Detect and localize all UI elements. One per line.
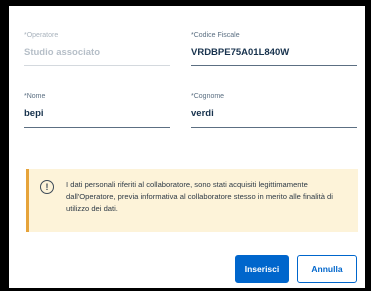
codice-fiscale-label: *Codice Fiscale bbox=[191, 32, 240, 39]
collaborator-dialog: *Operatore Studio associato *Codice Fisc… bbox=[9, 6, 365, 288]
nome-input[interactable]: bepi bbox=[24, 108, 170, 120]
insert-button[interactable]: Inserisci bbox=[235, 255, 289, 283]
cognome-input[interactable]: verdi bbox=[191, 108, 357, 120]
operatore-underline bbox=[24, 65, 170, 66]
cancel-button[interactable]: Annulla bbox=[297, 255, 357, 283]
nome-field[interactable]: *Nome bepi bbox=[24, 92, 170, 128]
operatore-label: *Operatore bbox=[24, 32, 59, 39]
codice-fiscale-underline bbox=[191, 65, 357, 66]
codice-fiscale-input[interactable]: VRDBPE75A01L840W bbox=[191, 47, 357, 59]
operatore-field: *Operatore Studio associato bbox=[24, 31, 170, 66]
privacy-alert-text: I dati personali riferiti al collaborato… bbox=[66, 180, 333, 214]
codice-fiscale-field[interactable]: *Codice Fiscale VRDBPE75A01L840W bbox=[191, 31, 357, 66]
cognome-underline bbox=[191, 127, 357, 128]
exclamation-circle-icon: ! bbox=[40, 180, 54, 194]
cognome-field[interactable]: *Cognome verdi bbox=[191, 92, 357, 128]
nome-underline bbox=[24, 127, 170, 128]
privacy-alert: ! I dati personali riferiti al collabora… bbox=[26, 169, 358, 232]
cognome-label: *Cognome bbox=[191, 93, 225, 100]
nome-label: *Nome bbox=[24, 93, 46, 100]
operatore-value: Studio associato bbox=[24, 47, 101, 58]
